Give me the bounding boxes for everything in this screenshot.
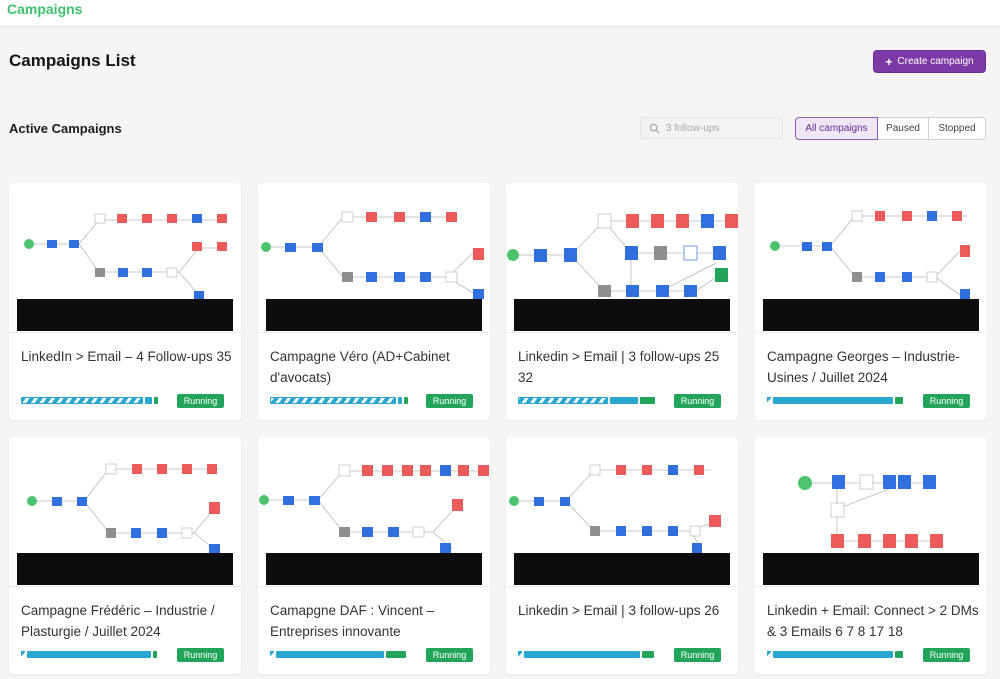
workflow-diagram	[261, 211, 484, 299]
progress-bar	[270, 651, 410, 658]
redacted-overlay	[514, 299, 730, 331]
brand-title[interactable]: Campaigns	[7, 1, 82, 17]
progress-bar	[270, 397, 410, 404]
redacted-overlay	[17, 553, 233, 585]
top-bar: Campaigns	[0, 0, 1000, 27]
redacted-overlay	[763, 299, 979, 331]
campaign-name: Campagne Frédéric – Industrie / Plasturg…	[21, 603, 215, 639]
workflow-preview	[755, 437, 987, 587]
workflow-preview	[506, 183, 738, 333]
progress-bar	[767, 651, 907, 658]
workflow-preview	[9, 437, 241, 587]
workflow-diagram	[509, 464, 721, 553]
workflow-diagram	[27, 463, 220, 553]
workflow-diagram	[259, 464, 489, 553]
workflow-preview	[506, 437, 738, 587]
progress-bar	[21, 651, 161, 658]
workflow-diagram	[24, 213, 227, 299]
filter-stopped[interactable]: Stopped	[929, 117, 986, 140]
campaign-name: Linkedin > Email | 3 follow-ups 26	[518, 603, 720, 618]
search-icon	[649, 123, 660, 134]
campaign-card[interactable]: Campagne Georges – Industrie-Usines / Ju…	[755, 183, 987, 420]
workflow-preview	[258, 437, 490, 587]
campaign-name: Campagne Georges – Industrie-Usines / Ju…	[767, 349, 960, 385]
status-badge: Running	[177, 394, 224, 408]
page-title: Campaigns List	[9, 51, 136, 70]
campaign-card[interactable]: Linkedin + Email: Connect > 2 DMs & 3 Em…	[755, 437, 987, 674]
status-badge: Running	[426, 394, 473, 408]
progress-bar	[518, 397, 658, 404]
search-box[interactable]	[640, 117, 783, 139]
redacted-overlay	[514, 553, 730, 585]
filter-paused[interactable]: Paused	[878, 117, 929, 140]
status-badge: Running	[426, 648, 473, 662]
campaign-card[interactable]: Campagne Frédéric – Industrie / Plasturg…	[9, 437, 241, 674]
status-badge: Running	[177, 648, 224, 662]
campaign-name: Camapgne DAF : Vincent – Entreprises inn…	[270, 603, 435, 639]
campaign-card[interactable]: Campagne Véro (AD+Cabinet d'avocats) Run…	[258, 183, 490, 420]
campaign-name: LinkedIn > Email – 4 Follow-ups 35	[21, 349, 232, 364]
campaign-name: Campagne Véro (AD+Cabinet d'avocats)	[270, 349, 450, 385]
workflow-preview	[755, 183, 987, 333]
create-campaign-label: Create campaign	[897, 56, 974, 67]
workflow-diagram	[507, 213, 738, 297]
create-campaign-button[interactable]: + Create campaign	[873, 50, 986, 73]
status-filter-group: All campaigns Paused Stopped	[795, 117, 986, 140]
filter-all-campaigns[interactable]: All campaigns	[795, 117, 878, 140]
workflow-diagram	[770, 210, 970, 299]
campaign-name: Linkedin > Email | 3 follow-ups 25 32	[518, 349, 720, 385]
status-badge: Running	[674, 648, 721, 662]
progress-bar	[767, 397, 907, 404]
redacted-overlay	[17, 299, 233, 331]
section-title: Active Campaigns	[9, 121, 122, 136]
progress-bar	[518, 651, 658, 658]
plus-icon: +	[885, 54, 893, 69]
workflow-diagram	[798, 474, 943, 548]
workflow-preview	[9, 183, 241, 333]
redacted-overlay	[266, 299, 482, 331]
campaign-card[interactable]: Linkedin > Email | 3 follow-ups 26 Runni…	[506, 437, 738, 674]
progress-bar	[21, 397, 161, 404]
campaign-name: Linkedin + Email: Connect > 2 DMs & 3 Em…	[767, 603, 979, 639]
status-badge: Running	[923, 394, 970, 408]
campaign-card[interactable]: LinkedIn > Email – 4 Follow-ups 35 Runni…	[9, 183, 241, 420]
redacted-overlay	[763, 553, 979, 585]
status-badge: Running	[674, 394, 721, 408]
redacted-overlay	[266, 553, 482, 585]
campaign-card[interactable]: Linkedin > Email | 3 follow-ups 25 32 Ru…	[506, 183, 738, 420]
search-input[interactable]	[666, 122, 776, 134]
workflow-preview	[258, 183, 490, 333]
status-badge: Running	[923, 648, 970, 662]
campaign-card[interactable]: Camapgne DAF : Vincent – Entreprises inn…	[258, 437, 490, 674]
